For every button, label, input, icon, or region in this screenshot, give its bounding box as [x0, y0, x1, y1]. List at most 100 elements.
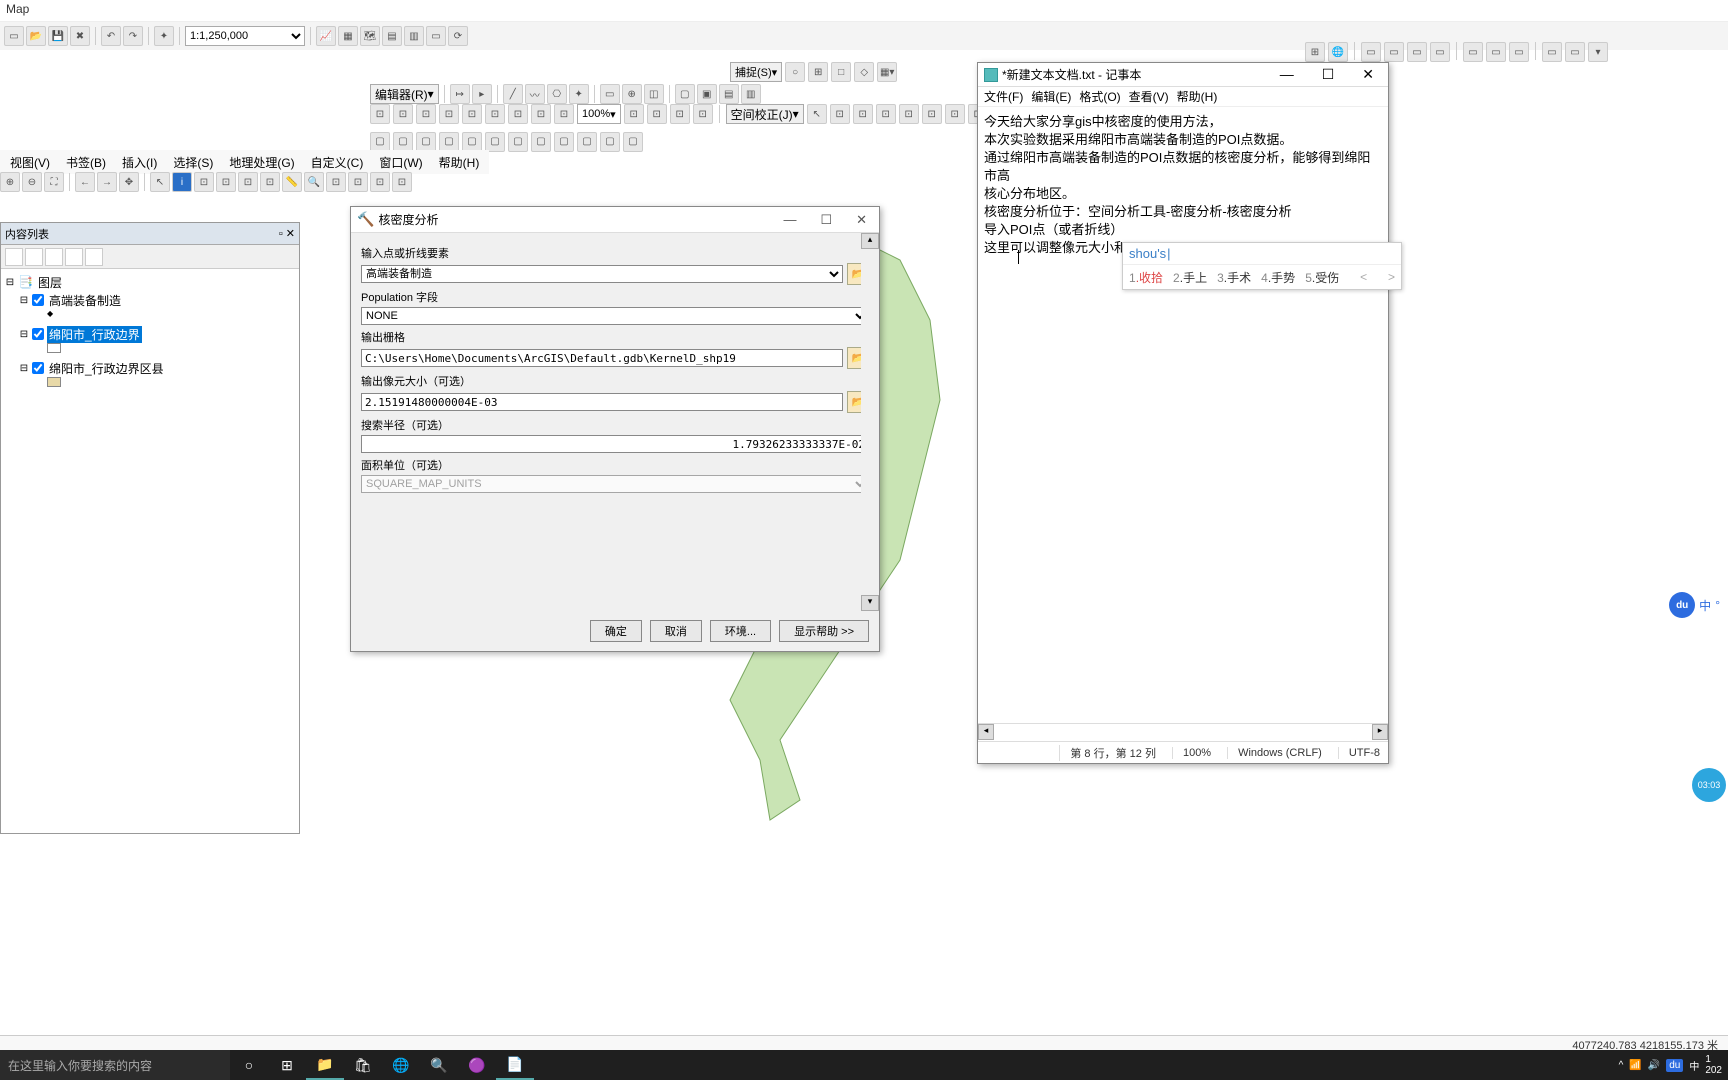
menu-customize[interactable]: 自定义(C) [305, 152, 370, 173]
layer-cb-2[interactable] [32, 362, 44, 374]
tool-c-icon[interactable]: 🗺 [360, 26, 380, 46]
identify-icon[interactable]: i [172, 172, 192, 192]
ime-cand-3[interactable]: 3.手术 [1217, 269, 1251, 286]
mtb9-icon[interactable]: ▢ [554, 132, 574, 152]
zoom-in-icon[interactable]: ⊕ [0, 172, 20, 192]
mt5-icon[interactable]: ⊡ [462, 104, 482, 124]
ime-punct[interactable]: ° [1715, 598, 1720, 612]
find-icon[interactable]: 🔍 [304, 172, 324, 192]
app2-icon[interactable]: 📄 [496, 1050, 534, 1080]
mtb10-icon[interactable]: ▢ [577, 132, 597, 152]
tray-lang[interactable]: 中 [1689, 1058, 1699, 1073]
dialog-scrollbar[interactable]: ▴ ▾ [861, 233, 879, 611]
ime-cand-1[interactable]: 1.收拾 [1129, 269, 1163, 286]
taskbar-search[interactable]: 在这里输入你要搜索的内容 [0, 1050, 230, 1080]
cell-size-input[interactable] [361, 393, 843, 411]
snap-square-icon[interactable]: □ [831, 62, 851, 82]
ed-7-icon[interactable]: ▭ [600, 84, 620, 104]
percent-select[interactable]: 100% ▾ [577, 104, 621, 124]
tray-wifi-icon[interactable]: 📶 [1629, 1060, 1641, 1071]
snap-diamond-icon[interactable]: ◇ [854, 62, 874, 82]
dialog-titlebar[interactable]: 🔨 核密度分析 — ☐ ✕ [351, 207, 879, 233]
mt3-icon[interactable]: ⊡ [416, 104, 436, 124]
nv4-icon[interactable]: ⊡ [260, 172, 280, 192]
scroll-down-icon[interactable]: ▾ [861, 595, 879, 611]
clock-bubble[interactable]: 03:03 [1692, 768, 1726, 802]
snap-more-icon[interactable]: ▦▾ [877, 62, 897, 82]
prev-icon[interactable]: ← [75, 172, 95, 192]
menu-geoprocess[interactable]: 地理处理(G) [223, 152, 300, 173]
tray-vol-icon[interactable]: 🔊 [1648, 1060, 1660, 1071]
baidu-ime-float[interactable]: du 中 ° [1669, 592, 1720, 618]
ime-next-icon[interactable]: > [1388, 270, 1395, 284]
mt16-icon[interactable]: ⊡ [853, 104, 873, 124]
ed-2-icon[interactable]: ▸ [472, 84, 492, 104]
taskview-icon[interactable]: ⊞ [268, 1050, 306, 1080]
tray-chevron-icon[interactable]: ^ [1619, 1060, 1624, 1071]
minimize-icon[interactable]: — [777, 210, 802, 230]
open-icon[interactable]: 📂 [26, 26, 46, 46]
expand-icon[interactable]: ⊟ [19, 295, 29, 306]
tool-a-icon[interactable]: 📈 [316, 26, 336, 46]
layer-cb-0[interactable] [32, 294, 44, 306]
mtb8-icon[interactable]: ▢ [531, 132, 551, 152]
mt1-icon[interactable]: ⊡ [370, 104, 390, 124]
mt8-icon[interactable]: ⊡ [531, 104, 551, 124]
r5-icon[interactable]: ▭ [1407, 42, 1427, 62]
space-adjust-dropdown[interactable]: 空间校正(J) ▾ [726, 104, 804, 124]
undo-icon[interactable]: ↶ [101, 26, 121, 46]
scroll-up-icon[interactable]: ▴ [861, 233, 879, 249]
scale-select[interactable]: 1:1,250,000 [185, 26, 305, 46]
scroll-right-icon[interactable]: ▸ [1372, 724, 1388, 740]
zoom-out-icon[interactable]: ⊖ [22, 172, 42, 192]
ok-button[interactable]: 确定 [590, 620, 642, 642]
notepad-hscroll[interactable]: ◂ ▸ [978, 723, 1388, 741]
mt11-icon[interactable]: ⊡ [647, 104, 667, 124]
select-icon[interactable]: ↖ [150, 172, 170, 192]
ime-lang[interactable]: 中 [1699, 597, 1711, 614]
output-raster-input[interactable] [361, 349, 843, 367]
close-icon[interactable]: ✕ [850, 210, 873, 230]
mt17-icon[interactable]: ⊡ [876, 104, 896, 124]
mt10-icon[interactable]: ⊡ [624, 104, 644, 124]
ed-1-icon[interactable]: ↦ [450, 84, 470, 104]
measure-icon[interactable]: 📏 [282, 172, 302, 192]
r3-icon[interactable]: ▭ [1361, 42, 1381, 62]
np-menu-format[interactable]: 格式(O) [1079, 88, 1120, 105]
nv7-icon[interactable]: ⊡ [370, 172, 390, 192]
ed-11-icon[interactable]: ▣ [697, 84, 717, 104]
nv5-icon[interactable]: ⊡ [326, 172, 346, 192]
r4-icon[interactable]: ▭ [1384, 42, 1404, 62]
input-features-select[interactable]: 高端装备制造 [361, 265, 843, 283]
tool-d-icon[interactable]: ▤ [382, 26, 402, 46]
mt4-icon[interactable]: ⊡ [439, 104, 459, 124]
menu-bookmarks[interactable]: 书签(B) [60, 152, 112, 173]
np-minimize-icon[interactable]: — [1272, 64, 1302, 85]
nv3-icon[interactable]: ⊡ [238, 172, 258, 192]
snap-grid-icon[interactable]: ⊞ [808, 62, 828, 82]
mtb12-icon[interactable]: ▢ [623, 132, 643, 152]
add-data-icon[interactable]: ✦ [154, 26, 174, 46]
baidu-icon[interactable]: du [1669, 592, 1695, 618]
chrome-icon[interactable]: 🌐 [382, 1050, 420, 1080]
tray-time[interactable]: 1202 [1705, 1054, 1722, 1076]
tool-g-icon[interactable]: ⟳ [448, 26, 468, 46]
tool-f-icon[interactable]: ▭ [426, 26, 446, 46]
np-menu-edit[interactable]: 编辑(E) [1031, 88, 1071, 105]
ed-13-icon[interactable]: ▥ [741, 84, 761, 104]
r12-icon[interactable]: ▾ [1588, 42, 1608, 62]
cortana-icon[interactable]: ○ [230, 1050, 268, 1080]
ime-cand-4[interactable]: 4.手势 [1261, 269, 1295, 286]
mt14-icon[interactable]: ↖ [807, 104, 827, 124]
mt18-icon[interactable]: ⊡ [899, 104, 919, 124]
extent-icon[interactable]: ⛶ [44, 172, 64, 192]
app1-icon[interactable]: 🟣 [458, 1050, 496, 1080]
notepad-titlebar[interactable]: *新建文本文档.txt - 记事本 — ☐ ✕ [978, 63, 1388, 87]
r7-icon[interactable]: ▭ [1463, 42, 1483, 62]
np-maximize-icon[interactable]: ☐ [1314, 64, 1343, 85]
scroll-left-icon[interactable]: ◂ [978, 724, 994, 740]
mt2-icon[interactable]: ⊡ [393, 104, 413, 124]
menu-view[interactable]: 视图(V) [4, 152, 56, 173]
menu-window[interactable]: 窗口(W) [373, 152, 428, 173]
ed-12-icon[interactable]: ▤ [719, 84, 739, 104]
